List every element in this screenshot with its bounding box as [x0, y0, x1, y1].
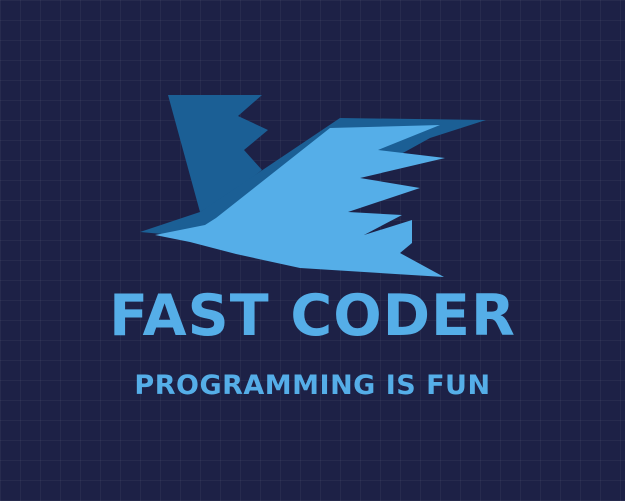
logo-canvas: FAST CODER PROGRAMMING IS FUN	[0, 0, 625, 501]
bird-icon	[140, 95, 486, 277]
tagline: PROGRAMMING IS FUN	[134, 370, 491, 401]
brand-name: FAST CODER	[109, 283, 516, 349]
